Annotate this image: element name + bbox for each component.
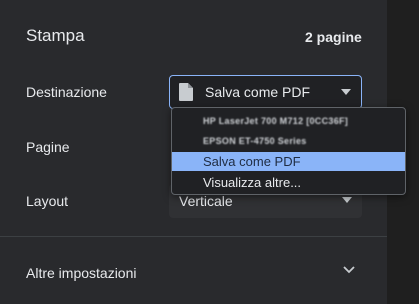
dropdown-option-selected[interactable]: Salva come PDF [172, 152, 405, 171]
pages-label: Pagine [26, 139, 70, 155]
layout-label: Layout [26, 193, 69, 209]
caret-down-icon [341, 89, 351, 95]
divider [0, 236, 387, 237]
chevron-down-icon[interactable] [343, 266, 355, 274]
dialog-title: Stampa [26, 26, 85, 45]
destination-value: Salva come PDF [205, 84, 311, 100]
document-icon [179, 83, 193, 101]
advanced-settings-toggle[interactable]: Altre impostazioni [26, 265, 137, 281]
destination-select[interactable]: Salva come PDF [169, 75, 362, 109]
destination-label: Destinazione [26, 84, 107, 100]
dropdown-option[interactable]: HP LaserJet 700 M712 [0CC36F] [172, 112, 405, 131]
page-count: 2 pagine [305, 29, 362, 45]
dropdown-option[interactable]: Visualizza altre... [172, 173, 405, 192]
caret-down-icon [342, 197, 352, 203]
destination-dropdown: HP LaserJet 700 M712 [0CC36F] EPSON ET-4… [171, 107, 406, 195]
dropdown-option[interactable]: EPSON ET-4750 Series [172, 132, 405, 151]
layout-value: Verticale [179, 193, 233, 209]
